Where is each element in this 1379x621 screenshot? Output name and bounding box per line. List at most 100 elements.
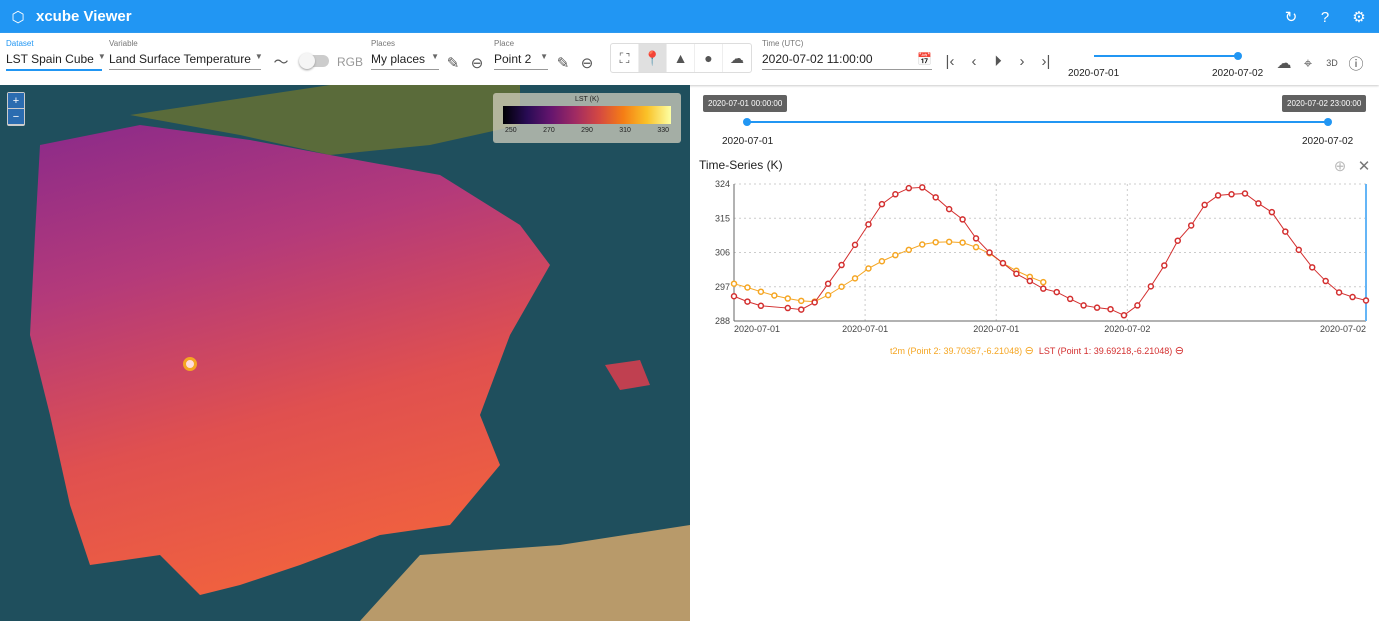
point-marker-icon[interactable]: 📍 xyxy=(639,44,667,72)
data-point xyxy=(999,259,1007,267)
y-tick-label: 288 xyxy=(715,316,730,326)
remove-icon[interactable]: ⊖ xyxy=(577,53,597,73)
refresh-icon[interactable]: ↻ xyxy=(1281,7,1301,27)
data-point xyxy=(865,265,872,272)
data-point xyxy=(1295,246,1303,254)
last-step-icon[interactable]: ›| xyxy=(1036,51,1056,71)
dataset-label: Dataset xyxy=(6,39,34,48)
data-point xyxy=(1147,283,1155,290)
range-end-label: 2020-07-02 xyxy=(1302,136,1354,147)
data-point xyxy=(1335,289,1343,296)
3d-icon[interactable]: 3D xyxy=(1322,53,1342,73)
africa-land xyxy=(360,525,690,621)
data-point xyxy=(1013,270,1020,278)
dataset-value: LST Spain Cube xyxy=(6,52,94,66)
first-step-icon[interactable]: |‹ xyxy=(940,51,960,71)
zoom-in-button[interactable]: + xyxy=(8,93,24,109)
data-point xyxy=(919,184,926,191)
data-point xyxy=(932,238,939,246)
variable-select[interactable]: Variable Land Surface Temperature ▼ xyxy=(109,39,263,70)
data-point xyxy=(878,258,886,265)
zoom-control: + − xyxy=(7,92,25,126)
zoom-out-button[interactable]: − xyxy=(8,109,24,125)
play-icon[interactable]: ⏵ xyxy=(988,51,1008,71)
data-point xyxy=(1214,192,1222,199)
places-label: Places xyxy=(371,39,396,48)
map-interaction-group: ⛶ 📍 ▲ ● ☁ xyxy=(610,43,752,73)
prev-step-icon[interactable]: ‹ xyxy=(964,51,984,71)
data-point xyxy=(1053,288,1060,296)
edit-icon[interactable]: ✎ xyxy=(443,53,463,73)
data-point xyxy=(1241,190,1249,197)
upload-icon[interactable]: ☁ xyxy=(723,44,751,72)
data-point xyxy=(730,293,738,300)
range-slider[interactable] xyxy=(743,118,1332,126)
data-point xyxy=(838,261,845,269)
colorbar-tick: 310 xyxy=(619,127,631,134)
slider-thumb[interactable] xyxy=(1234,52,1242,60)
info-icon[interactable]: ⓘ xyxy=(1346,53,1366,73)
remove-icon[interactable]: ⊖ xyxy=(467,53,487,73)
map-view[interactable]: + − LST (K) 250 270 290 310 330 xyxy=(0,85,690,621)
help-icon[interactable]: ? xyxy=(1315,7,1335,27)
time-field[interactable]: Time (UTC) 2020-07-02 11:00:00 📅 xyxy=(762,39,932,70)
data-point xyxy=(1026,277,1034,285)
data-point xyxy=(1322,277,1329,285)
place-select[interactable]: Place Point 2 ▼ xyxy=(494,39,548,70)
time-label: Time (UTC) xyxy=(762,39,804,48)
data-point xyxy=(1093,304,1101,311)
data-point xyxy=(905,246,913,254)
data-point xyxy=(730,280,738,287)
x-tick-label: 2020-07-01 xyxy=(842,324,888,334)
legend-item-lst: LST (Point 1: 39.69218,-6.21048) xyxy=(1038,346,1173,356)
colorbar-tick: 270 xyxy=(543,127,555,134)
data-point xyxy=(771,292,778,299)
data-point xyxy=(1268,208,1276,216)
next-step-icon[interactable]: › xyxy=(1012,51,1032,71)
add-timeseries-icon[interactable]: 〜 xyxy=(271,51,291,71)
time-series-chart[interactable]: 288 297 306 315 324 2020-07-01 2020-07-01 2020-… xyxy=(695,170,1379,365)
data-point xyxy=(744,284,751,291)
settings-icon[interactable]: ⚙ xyxy=(1349,7,1369,27)
polygon-icon[interactable]: ▲ xyxy=(667,44,695,72)
time-slider[interactable] xyxy=(1094,52,1242,60)
data-point xyxy=(919,241,926,248)
balearic-island xyxy=(605,360,650,390)
slider-min-label: 2020-07-01 xyxy=(1068,68,1120,79)
variable-label: Variable xyxy=(109,39,138,48)
colorbar-legend[interactable]: LST (K) 250 270 290 310 330 xyxy=(493,93,681,143)
data-point xyxy=(1040,278,1047,286)
data-point xyxy=(878,200,886,208)
data-point xyxy=(824,280,832,287)
data-point xyxy=(945,238,953,246)
data-point xyxy=(1066,295,1074,303)
range-start-thumb[interactable] xyxy=(743,118,751,126)
select-icon[interactable]: ⛶ xyxy=(611,44,639,72)
y-tick-label: 306 xyxy=(715,248,730,258)
toolbar: Dataset LST Spain Cube ▼ Variable Land Su… xyxy=(0,33,1379,85)
data-point xyxy=(959,216,966,223)
place-marker[interactable] xyxy=(183,357,197,371)
remove-series-icon[interactable]: ⊖ xyxy=(1025,345,1034,357)
data-point xyxy=(945,205,953,213)
calendar-icon[interactable]: 📅 xyxy=(917,52,932,66)
places-select[interactable]: Places My places ▼ xyxy=(371,39,439,70)
dataset-select[interactable]: Dataset LST Spain Cube ▼ xyxy=(6,39,106,71)
caret-down-icon: ▼ xyxy=(97,52,106,61)
remove-series-icon[interactable]: ⊖ xyxy=(1175,345,1184,357)
range-end-tooltip: 2020-07-02 23:00:00 xyxy=(1282,95,1367,112)
download-icon[interactable]: ☁ xyxy=(1274,53,1294,73)
places-value: My places xyxy=(371,52,426,66)
circle-icon[interactable]: ● xyxy=(695,44,723,72)
y-tick-label: 315 xyxy=(715,213,730,223)
data-point xyxy=(892,191,899,198)
rgb-toggle[interactable] xyxy=(299,53,329,69)
range-start-label: 2020-07-01 xyxy=(722,136,774,147)
colorbar-title: LST (K) xyxy=(575,96,599,103)
range-end-thumb[interactable] xyxy=(1324,118,1332,126)
data-point xyxy=(1107,305,1114,313)
data-point xyxy=(838,283,845,290)
locate-icon[interactable]: ⌖ xyxy=(1298,53,1318,73)
data-point xyxy=(972,235,980,242)
edit-icon[interactable]: ✎ xyxy=(553,53,573,73)
